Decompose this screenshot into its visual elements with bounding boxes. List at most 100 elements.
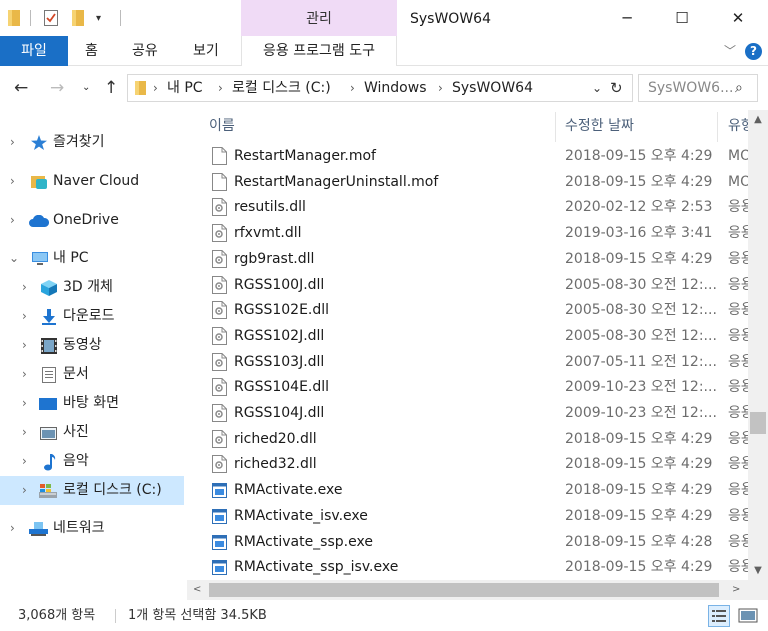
breadcrumb-separator[interactable]: › — [218, 75, 223, 101]
file-row[interactable]: RGSS103J.dll 2007-05-11 오전 12:... 응용 — [187, 349, 748, 375]
breadcrumb-this-pc[interactable]: 내 PC — [167, 75, 203, 101]
new-folder-icon[interactable] — [72, 0, 84, 36]
maximize-button[interactable]: ☐ — [659, 0, 705, 36]
chevron-down-icon[interactable]: ⌄ — [9, 244, 19, 273]
breadcrumb-separator[interactable]: › — [438, 75, 443, 101]
scroll-up-button[interactable]: ▲ — [748, 114, 768, 125]
expand-ribbon-button[interactable]: ﹀ — [720, 36, 740, 66]
nav-item-desktop[interactable]: › 바탕 화면 — [0, 389, 184, 418]
breadcrumb-windows[interactable]: Windows — [364, 75, 427, 101]
file-row[interactable]: RestartManager.mof 2018-09-15 오후 4:29 MO — [187, 143, 748, 169]
chevron-right-icon[interactable]: › — [10, 128, 15, 157]
nav-item-label: 바탕 화면 — [63, 395, 119, 411]
chevron-right-icon[interactable]: › — [22, 273, 27, 302]
quick-access-dropdown[interactable]: ▾ — [96, 0, 101, 36]
tab-view[interactable]: 보기 — [193, 36, 219, 66]
chevron-right-icon[interactable]: › — [10, 206, 15, 235]
column-divider[interactable] — [555, 112, 556, 142]
back-button[interactable]: ← — [14, 66, 28, 110]
column-header-date[interactable]: 수정한 날짜 — [565, 110, 634, 142]
chevron-right-icon[interactable]: › — [22, 447, 27, 476]
chevron-right-icon[interactable]: › — [10, 167, 15, 196]
nav-item-3d-objects[interactable]: › 3D 개체 — [0, 273, 184, 302]
file-row[interactable]: RestartManagerUninstall.mof 2018-09-15 오후… — [187, 169, 748, 195]
help-button[interactable]: ? — [745, 43, 762, 60]
nav-item-videos[interactable]: › 동영상 — [0, 331, 184, 360]
column-header-type[interactable]: 유형 — [728, 110, 748, 142]
file-row[interactable]: RMActivate.exe 2018-09-15 오후 4:29 응용 — [187, 477, 748, 503]
minimize-button[interactable]: ─ — [604, 0, 650, 36]
file-name: RMActivate_ssp.exe — [234, 533, 373, 550]
recent-locations-button[interactable]: ⌄ — [82, 66, 90, 110]
chevron-right-icon[interactable]: › — [22, 331, 27, 360]
file-date: 2009-10-23 오전 12:... — [565, 379, 717, 396]
file-row[interactable]: rfxvmt.dll 2019-03-16 오후 3:41 응용 — [187, 220, 748, 246]
file-row[interactable]: riched20.dll 2018-09-15 오후 4:29 응용 — [187, 426, 748, 452]
chevron-right-icon[interactable]: › — [22, 302, 27, 331]
nav-item-label: 내 PC — [53, 250, 89, 266]
forward-button[interactable]: → — [50, 66, 64, 110]
nav-item-music[interactable]: › 음악 — [0, 447, 184, 476]
chevron-right-icon[interactable]: › — [10, 514, 15, 543]
chevron-right-icon[interactable]: › — [22, 418, 27, 447]
file-row[interactable]: RGSS104E.dll 2009-10-23 오전 12:... 응용 — [187, 374, 748, 400]
breadcrumb-local-disk[interactable]: 로컬 디스크 (C:) — [232, 75, 331, 101]
vertical-scrollbar[interactable]: ▲ ▼ — [748, 110, 768, 580]
column-divider[interactable] — [717, 112, 718, 142]
file-date: 2009-10-23 오전 12:... — [565, 405, 717, 421]
address-dropdown-button[interactable]: ⌄ — [592, 75, 602, 101]
breadcrumb-separator[interactable]: › — [153, 75, 158, 101]
nav-item-downloads[interactable]: › 다운로드 — [0, 302, 184, 331]
column-header-name[interactable]: 이름 — [209, 110, 235, 142]
nav-item-label: 즐겨찾기 — [53, 134, 105, 150]
nav-item-network[interactable]: › 네트워크 — [0, 514, 184, 543]
horizontal-scrollbar[interactable]: < > — [187, 580, 748, 600]
file-row[interactable]: resutils.dll 2020-02-12 오후 2:53 응용 — [187, 194, 748, 220]
file-row[interactable]: RMActivate_isv.exe 2018-09-15 오후 4:29 응용 — [187, 503, 748, 529]
file-row[interactable]: rgb9rast.dll 2018-09-15 오후 4:29 응용 — [187, 246, 748, 272]
dll-file-icon — [212, 224, 227, 243]
horizontal-scroll-thumb[interactable] — [209, 583, 719, 597]
chevron-right-icon[interactable]: › — [22, 476, 27, 505]
nav-item-naver-cloud[interactable]: › Naver Cloud — [0, 167, 184, 196]
up-button[interactable]: ↑ — [104, 66, 118, 110]
scroll-right-button[interactable]: > — [732, 580, 740, 600]
nav-item-quick-access[interactable]: › 즐겨찾기 — [0, 128, 184, 157]
tab-file[interactable]: 파일 — [0, 36, 68, 66]
scroll-down-button[interactable]: ▼ — [748, 565, 768, 576]
breadcrumb-syswow64[interactable]: SysWOW64 — [452, 75, 533, 101]
details-view-button[interactable] — [708, 605, 730, 627]
manage-context-tab[interactable]: 관리 — [241, 0, 397, 36]
chevron-right-icon[interactable]: › — [22, 360, 27, 389]
search-icon[interactable]: ⌕ — [735, 75, 743, 101]
address-bar[interactable]: › 내 PC › 로컬 디스크 (C:) › Windows › SysWOW6… — [127, 74, 633, 102]
nav-item-pictures[interactable]: › 사진 — [0, 418, 184, 447]
address-row: ← → ⌄ ↑ › 내 PC › 로컬 디스크 (C:) › Windows ›… — [0, 66, 768, 110]
close-button[interactable]: ✕ — [715, 0, 761, 36]
file-row[interactable]: RGSS100J.dll 2005-08-30 오전 12:... 응용 — [187, 272, 748, 298]
tab-home[interactable]: 홈 — [85, 36, 98, 66]
breadcrumb-separator[interactable]: › — [350, 75, 355, 101]
scrollbar-corner — [748, 580, 768, 600]
search-input[interactable]: SysWOW6... ⌕ — [638, 74, 758, 102]
nav-item-local-disk[interactable]: › 로컬 디스크 (C:) — [0, 476, 184, 505]
scroll-left-button[interactable]: < — [193, 580, 201, 600]
file-row[interactable]: RMActivate_ssp.exe 2018-09-15 오후 4:28 응용 — [187, 529, 748, 555]
file-row[interactable]: RGSS102J.dll 2005-08-30 오전 12:... 응용 — [187, 323, 748, 349]
chevron-right-icon[interactable]: › — [22, 389, 27, 418]
tab-application-tools[interactable]: 응용 프로그램 도구 — [241, 36, 397, 66]
file-row[interactable]: riched32.dll 2018-09-15 오후 4:29 응용 — [187, 451, 748, 477]
refresh-button[interactable]: ↻ — [610, 75, 623, 101]
tab-share[interactable]: 공유 — [132, 36, 158, 66]
file-row[interactable]: RGSS104J.dll 2009-10-23 오전 12:... 응용 — [187, 400, 748, 426]
file-row[interactable]: RMActivate_ssp_isv.exe 2018-09-15 오후 4:29… — [187, 554, 748, 580]
nav-item-documents[interactable]: › 문서 — [0, 360, 184, 389]
large-icons-view-button[interactable] — [737, 605, 759, 627]
properties-icon[interactable] — [44, 0, 58, 36]
nav-item-onedrive[interactable]: › OneDrive — [0, 206, 184, 235]
file-type: MO — [728, 173, 748, 190]
file-row[interactable]: RGSS102E.dll 2005-08-30 오전 12:... 응용 — [187, 297, 748, 323]
vertical-scroll-thumb[interactable] — [750, 412, 766, 434]
folder-icon — [8, 0, 20, 36]
nav-item-this-pc[interactable]: ⌄ 내 PC — [0, 244, 184, 273]
